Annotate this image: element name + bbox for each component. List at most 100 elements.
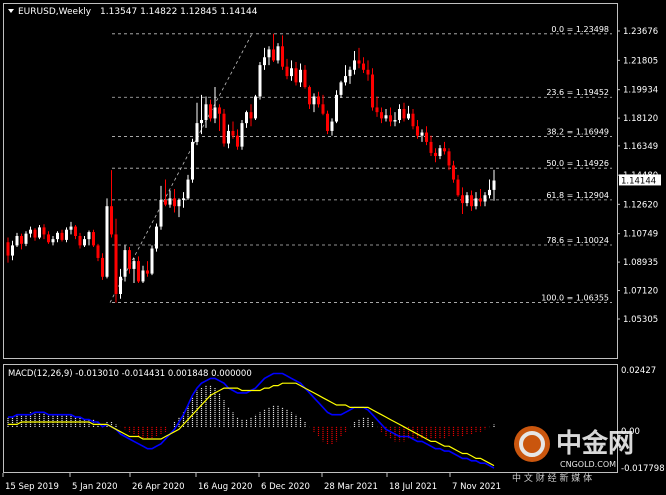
candle-body [398, 109, 401, 120]
candle-body [245, 112, 248, 124]
candle-body [213, 107, 217, 119]
candle-body [443, 148, 446, 152]
candle-body [204, 104, 208, 120]
candle-body [344, 76, 347, 83]
candle-body [173, 198, 176, 207]
candle-body [465, 195, 469, 204]
candle-body [285, 66, 289, 77]
candle-body [339, 82, 343, 95]
candle-body [492, 180, 496, 190]
candle-body [123, 250, 127, 277]
candle-body [483, 195, 487, 202]
candle-body [186, 179, 190, 199]
chart-header: EURUSD,Weekly 1.13547 1.14822 1.12845 1.… [8, 7, 258, 17]
candle-body [258, 65, 262, 97]
candle-body [393, 119, 397, 122]
price-tick-label: 1.10749 [623, 230, 658, 240]
candle-body [38, 227, 41, 238]
candle-body [15, 235, 19, 246]
candle-body [74, 226, 77, 236]
time-tick-label: 16 Aug 2020 [198, 482, 252, 492]
candle-body [317, 96, 320, 105]
candle-body [137, 261, 140, 282]
candle-body [227, 130, 230, 144]
current-price-marker: 1.14144 [619, 174, 661, 186]
candle-body [96, 245, 100, 258]
ohlc-readout: 1.13547 1.14822 1.12845 1.14144 [100, 7, 258, 17]
candle-body [407, 113, 410, 119]
price-tick-label: 1.08935 [623, 258, 658, 268]
time-tick-label: 26 Apr 2020 [132, 482, 185, 492]
candle-body [177, 199, 181, 207]
candle-body [348, 69, 352, 77]
candle-body [222, 113, 226, 144]
price-tick-label: 1.21805 [623, 56, 658, 66]
current-price-label: 1.14144 [621, 176, 656, 186]
time-tick-label: 15 Sep 2019 [5, 482, 59, 492]
candle-body [83, 239, 86, 246]
candle-body [375, 107, 379, 113]
candle-body [263, 57, 266, 66]
candle-body [452, 165, 455, 180]
candle-body [236, 135, 239, 147]
candle-body [56, 232, 59, 240]
candle-body [105, 206, 109, 277]
price-tick-label: 1.07120 [623, 287, 658, 297]
candle-body [411, 113, 415, 127]
candle-body [272, 49, 275, 61]
candle-body [402, 109, 406, 119]
candle-body [155, 226, 158, 249]
candle-body [78, 235, 82, 246]
candle-body [389, 115, 392, 122]
candle-body [128, 250, 131, 269]
fib-level-label: 38.2 = 1.16949 [546, 127, 609, 136]
candle-body [164, 199, 167, 205]
candle-body [384, 115, 388, 119]
candle-body [299, 69, 302, 83]
candle-body [200, 119, 203, 124]
candle-body [218, 107, 221, 114]
candle-body [65, 229, 68, 240]
candle-body [438, 148, 442, 157]
candle-body [231, 130, 235, 136]
time-tick-label: 6 Dec 2020 [261, 482, 310, 492]
candle-body [357, 60, 361, 64]
watermark-tagline: 中 文 财 经 新 媒 体 [512, 472, 592, 484]
candle-body [87, 232, 91, 240]
candle-body [416, 126, 419, 136]
candle-body [330, 121, 334, 131]
candle-body [267, 49, 271, 58]
candle-body [294, 68, 298, 83]
candle-body [195, 123, 199, 142]
candle-body [326, 113, 329, 131]
candle-body [47, 234, 50, 243]
candle-body [29, 229, 32, 234]
candle-body [114, 234, 118, 294]
candle-body [488, 189, 491, 196]
candle-body [209, 104, 212, 119]
candle-body [470, 195, 473, 207]
candle-body [110, 206, 113, 235]
price-tick-label: 1.19934 [623, 86, 658, 96]
candle-body [308, 87, 311, 105]
chart-canvas[interactable]: EURUSD,Weekly 1.13547 1.14822 1.12845 1.… [0, 0, 666, 495]
candle-body [353, 60, 356, 70]
time-tick-label: 5 Jan 2020 [72, 482, 118, 492]
candle-body [303, 69, 307, 88]
candle-body [474, 198, 478, 207]
candle-body [132, 261, 136, 269]
time-tick-label: 18 Jul 2021 [389, 482, 437, 492]
candle-body [159, 199, 163, 227]
candle-body [141, 270, 145, 282]
candle-body [249, 112, 253, 119]
candle-body [191, 141, 194, 180]
candle-body [11, 245, 14, 256]
price-tick-label: 1.16349 [623, 142, 658, 152]
candle-body [51, 239, 55, 243]
fib-level-label: 50.0 = 1.14926 [546, 159, 609, 168]
watermark-url: CNGOLD.COM [560, 460, 616, 469]
candle-body [434, 152, 437, 157]
fib-level-label: 100.0 = 1.06355 [541, 294, 609, 303]
price-tick-label: 1.12620 [623, 200, 658, 210]
candle-body [33, 229, 37, 238]
